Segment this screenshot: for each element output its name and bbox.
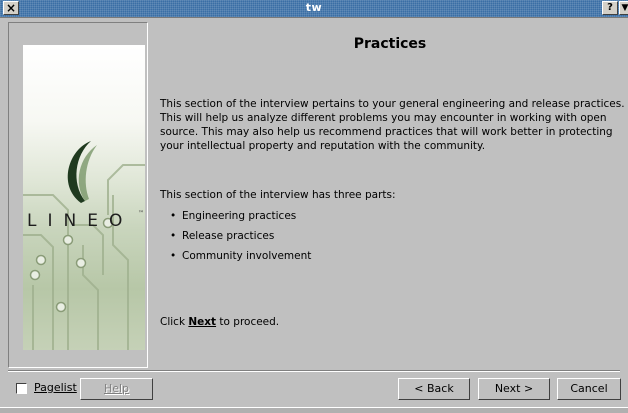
cancel-button[interactable]: Cancel xyxy=(557,378,621,400)
intro-paragraph: This section of the interview pertains t… xyxy=(160,98,625,152)
proceed-prefix: Click xyxy=(160,316,189,328)
pagelist-checkbox[interactable] xyxy=(16,383,27,394)
window-title: tw xyxy=(305,1,323,14)
window-menu-icon[interactable]: ▼ xyxy=(619,1,628,15)
page-title: Practices xyxy=(353,36,427,52)
parts-list: Engineering practices Release practices … xyxy=(170,206,311,266)
trademark-symbol: ™ xyxy=(138,210,144,217)
back-button[interactable]: < Back xyxy=(398,378,470,400)
footer-separator xyxy=(8,370,620,372)
list-item: Release practices xyxy=(170,226,311,246)
lineo-logo-image: LINEO ™ xyxy=(23,45,145,350)
proceed-next-word: Next xyxy=(188,316,217,328)
list-item: Engineering practices xyxy=(170,206,311,226)
proceed-suffix: to proceed. xyxy=(216,316,280,328)
circuit-board-graphic xyxy=(23,141,145,350)
list-item: Community involvement xyxy=(170,246,311,266)
title-bar: × tw ? ▼ xyxy=(0,0,628,18)
window-bottom-edge xyxy=(0,407,628,413)
help-icon[interactable]: ? xyxy=(602,1,618,15)
parts-intro-text: This section of the interview has three … xyxy=(160,189,396,201)
proceed-instruction: Click Next to proceed. xyxy=(160,316,279,328)
pagelist-label[interactable]: Pagelist xyxy=(34,381,77,394)
next-button[interactable]: Next > xyxy=(478,378,550,400)
lineo-logo-text: LINEO xyxy=(27,211,134,231)
help-button[interactable]: Help xyxy=(80,378,153,400)
